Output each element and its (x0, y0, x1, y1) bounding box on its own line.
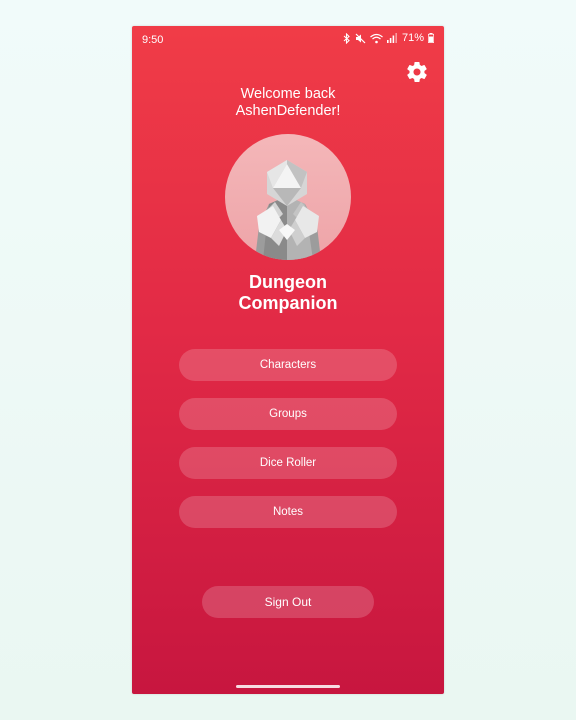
app-title-line: Companion (238, 293, 338, 313)
app-title: Dungeon Companion (132, 272, 444, 314)
mute-icon (355, 33, 366, 44)
gear-icon (405, 60, 429, 89)
groups-button[interactable]: Groups (179, 398, 397, 430)
app-screen: 9:50 71% Welcome back AshenDefender! Dun… (132, 26, 444, 694)
signal-icon (386, 33, 397, 43)
status-bar: 9:50 71% (132, 26, 444, 54)
battery-icon (428, 33, 434, 43)
welcome-line: Welcome back (240, 86, 336, 102)
dice-roller-button[interactable]: Dice Roller (179, 447, 397, 479)
characters-button[interactable]: Characters (179, 349, 397, 381)
bluetooth-icon (343, 32, 351, 44)
status-time: 9:50 (142, 34, 164, 46)
sign-out-button[interactable]: Sign Out (202, 586, 374, 618)
battery-percent: 71% (401, 32, 424, 44)
wifi-icon (370, 33, 383, 44)
settings-button[interactable] (402, 59, 432, 89)
dice-knight-avatar (225, 134, 351, 260)
app-title-line: Dungeon (249, 272, 327, 292)
status-icons: 71% (343, 32, 434, 44)
notes-button[interactable]: Notes (179, 496, 397, 528)
username: AshenDefender! (235, 103, 341, 119)
welcome-message: Welcome back AshenDefender! (132, 86, 444, 120)
home-indicator[interactable] (236, 685, 340, 688)
